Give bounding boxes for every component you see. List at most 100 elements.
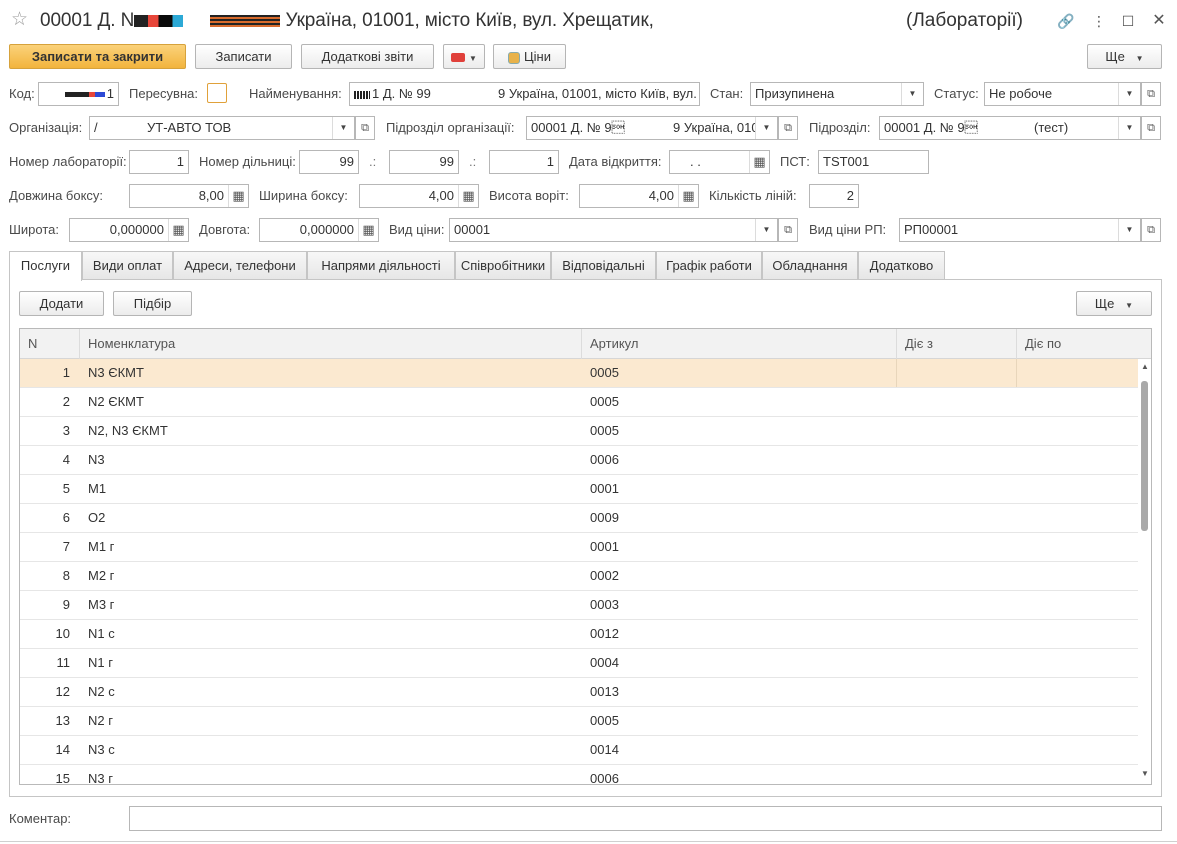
site-separator-2: .: [469,154,477,169]
table-row[interactable]: 1 N3 ЄКМТ 0005 [20,359,1138,388]
table-row[interactable]: 6 O2 0009 [20,504,1138,533]
column-header-sku[interactable]: Артикул [582,329,897,359]
comment-field[interactable] [129,806,1162,831]
chevron-down-icon[interactable]: ▼ [755,117,777,139]
maximize-icon[interactable]: ☐ [1119,12,1137,30]
box-width-field[interactable]: 4,00 ▦ [359,184,479,208]
close-icon[interactable]: ✕ [1150,12,1168,30]
table-row[interactable]: 5 M1 0001 [20,475,1138,504]
tab-employees[interactable]: Співробітники [455,251,551,280]
favorite-star-icon[interactable]: ☆ [11,10,28,30]
chevron-down-icon: ▼ [469,54,477,63]
services-more-button[interactable]: Ще ▼ [1076,291,1152,316]
unit-select[interactable]: 00001 Д. № 9 (тест) ▼ [879,116,1141,140]
column-header-n[interactable]: N [20,329,80,359]
table-row[interactable]: 3 N2, N3 ЄКМТ 0005 [20,417,1138,446]
longitude-field[interactable]: 0,000000 ▦ [259,218,379,242]
additional-reports-button[interactable]: Додаткові звіти [301,44,434,69]
row-sku: 0001 [590,539,619,554]
pick-service-button[interactable]: Підбір [113,291,192,316]
table-row[interactable]: 11 N1 г 0004 [20,649,1138,678]
table-row[interactable]: 2 N2 ЄКМТ 0005 [20,388,1138,417]
row-nomenclature: N3 с [88,742,115,757]
calculator-icon[interactable]: ▦ [228,185,248,207]
row-valid-to [1025,707,1135,735]
column-header-valid-from[interactable]: Діє з [897,329,1017,359]
open-price-type-rp-icon[interactable]: ⧉ [1141,218,1161,242]
tab-activity-areas[interactable]: Напрями діяльності [307,251,455,280]
tab-equipment[interactable]: Обладнання [762,251,858,280]
open-unit-icon[interactable]: ⧉ [1141,116,1161,140]
save-and-close-button[interactable]: Записати та закрити [9,44,186,69]
table-row[interactable]: 14 N3 с 0014 [20,736,1138,765]
tab-additional[interactable]: Додатково [858,251,945,280]
table-row[interactable]: 9 M3 г 0003 [20,591,1138,620]
table-scrollbar[interactable]: ▲ ▼ [1138,359,1151,784]
table-row[interactable]: 7 M1 г 0001 [20,533,1138,562]
chevron-down-icon[interactable]: ▼ [332,117,354,139]
table-row[interactable]: 8 M2 г 0002 [20,562,1138,591]
calculator-icon[interactable]: ▦ [358,219,378,241]
column-header-valid-to[interactable]: Діє по [1017,329,1138,359]
column-header-nomenclature[interactable]: Номенклатура [80,329,582,359]
calendar-icon[interactable]: ▦ [749,151,769,173]
tab-payment-types[interactable]: Види оплат [82,251,173,280]
calculator-icon[interactable]: ▦ [168,219,188,241]
chevron-down-icon[interactable]: ▼ [901,83,923,105]
mobile-checkbox[interactable] [207,83,227,103]
status-value: Не робоче [989,86,1053,101]
scroll-up-icon[interactable]: ▲ [1141,362,1149,371]
state-select[interactable]: Призупинена ▼ [750,82,924,106]
more-vertical-icon[interactable]: ⋮ [1090,12,1108,30]
tab-responsible[interactable]: Відповідальні [551,251,656,280]
pst-field[interactable]: TST001 [818,150,929,174]
window-title-suffix: (Лабораторії) [906,10,1023,31]
save-button[interactable]: Записати [195,44,292,69]
open-org-unit-icon[interactable]: ⧉ [778,116,798,140]
open-status-icon[interactable]: ⧉ [1141,82,1161,106]
scroll-down-icon[interactable]: ▼ [1141,769,1149,778]
chevron-down-icon[interactable]: ▼ [1118,83,1140,105]
site-number-field-1[interactable]: 99 [299,150,359,174]
status-select[interactable]: Не робоче ▼ [984,82,1141,106]
calculator-icon[interactable]: ▦ [678,185,698,207]
table-row[interactable]: 13 N2 г 0005 [20,707,1138,736]
row-valid-from [905,736,1015,764]
tab-addresses-phones[interactable]: Адреси, телефони [173,251,307,280]
add-service-button[interactable]: Додати [19,291,104,316]
unit-value: 00001 Д. № 9 [884,120,978,135]
scrollbar-thumb[interactable] [1141,381,1148,531]
box-length-field[interactable]: 8,00 ▦ [129,184,249,208]
row-valid-to [1025,736,1135,764]
open-organization-icon[interactable]: ⧉ [355,116,375,140]
lab-number-field[interactable]: 1 [129,150,189,174]
link-icon[interactable]: 🔗 [1057,12,1075,30]
site-number-field-3[interactable]: 1 [489,150,559,174]
print-dropdown-button[interactable]: ▼ [443,44,485,69]
chevron-down-icon[interactable]: ▼ [755,219,777,241]
site-number-field-2[interactable]: 99 [389,150,459,174]
tab-services[interactable]: Послуги [9,251,82,281]
lines-count-field[interactable]: 2 [809,184,859,208]
latitude-field[interactable]: 0,000000 ▦ [69,218,189,242]
price-type-select[interactable]: 00001 ▼ [449,218,778,242]
gate-height-field[interactable]: 4,00 ▦ [579,184,699,208]
open-price-type-icon[interactable]: ⧉ [778,218,798,242]
more-actions-button[interactable]: Ще ▼ [1087,44,1162,69]
tab-schedule[interactable]: Графік работи [656,251,762,280]
chevron-down-icon[interactable]: ▼ [1118,117,1140,139]
prices-button[interactable]: Ціни [493,44,566,69]
chevron-down-icon[interactable]: ▼ [1118,219,1140,241]
table-row[interactable]: 4 N3 0006 [20,446,1138,475]
code-field[interactable]: 1 [38,82,119,106]
table-row[interactable]: 15 N3 г 0006 [20,765,1138,785]
name-field[interactable]: 1 Д. № 99 9 Україна, 01001, місто Київ, … [349,82,700,106]
table-row[interactable]: 10 N1 с 0012 [20,620,1138,649]
price-type-rp-select[interactable]: РП00001 ▼ [899,218,1141,242]
calculator-icon[interactable]: ▦ [458,185,478,207]
org-unit-select[interactable]: 00001 Д. № 9 9 Україна, 010 ▼ [526,116,778,140]
organization-select[interactable]: / УТ-АВТО ТОВ ▼ [89,116,355,140]
table-row[interactable]: 12 N2 с 0013 [20,678,1138,707]
open-date-field[interactable]: . . ▦ [669,150,770,174]
row-sku: 0006 [590,771,619,785]
